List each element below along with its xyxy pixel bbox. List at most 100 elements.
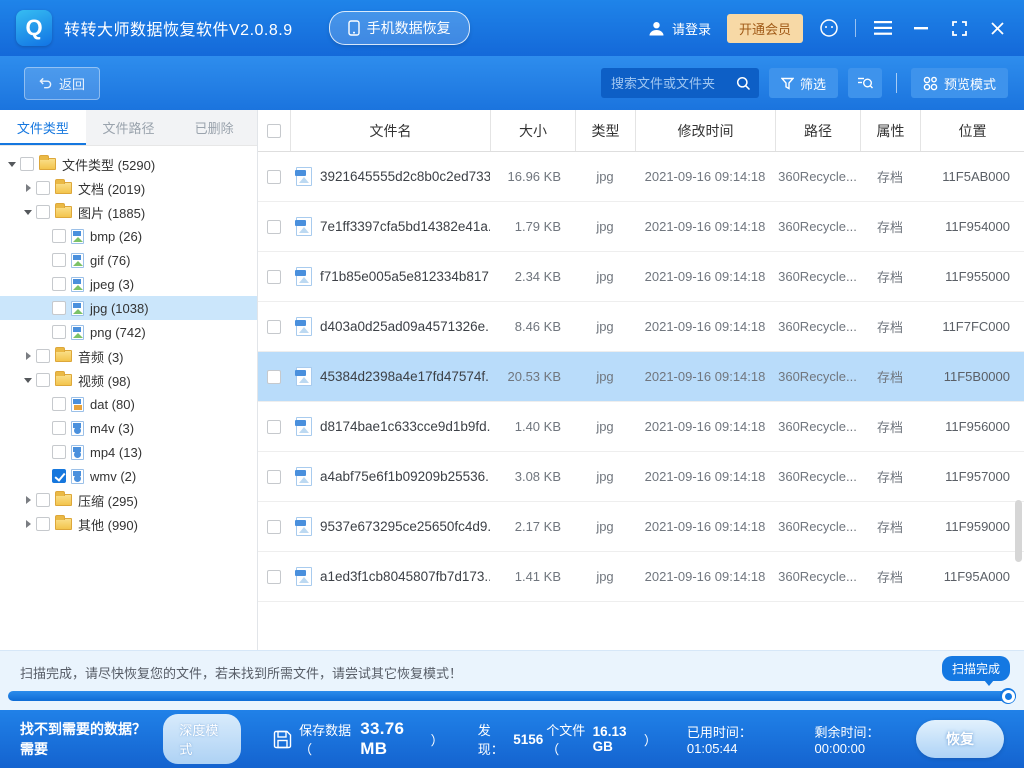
minimize-icon[interactable]	[910, 17, 932, 39]
checkbox[interactable]	[52, 301, 66, 315]
menu-icon[interactable]	[872, 17, 894, 39]
tree-item-wmv[interactable]: wmv (2)	[0, 464, 257, 488]
table-row[interactable]: 3921645555d2c8b0c2ed733... 16.96 KB jpg …	[258, 152, 1024, 202]
tree-item-archive[interactable]: 压缩 (295)	[0, 488, 257, 512]
checkbox[interactable]	[52, 229, 66, 243]
column-header-size[interactable]: 大小	[490, 110, 575, 151]
checkbox[interactable]	[52, 421, 66, 435]
scan-progress-bar[interactable]	[8, 688, 1016, 704]
file-name: 9537e673295ce25650fc4d9...	[320, 519, 490, 534]
expand-arrow-icon[interactable]	[22, 352, 34, 360]
row-checkbox[interactable]	[267, 219, 281, 234]
expand-arrow-icon[interactable]	[22, 206, 34, 219]
table-row[interactable]: a1ed3f1cb8045807fb7d173... 1.41 KB jpg 2…	[258, 552, 1024, 602]
expand-arrow-icon[interactable]	[6, 158, 18, 171]
deep-mode-button[interactable]: 深度模式	[163, 714, 242, 764]
search-icon[interactable]	[736, 76, 751, 91]
table-row[interactable]: d8174bae1c633cce9d1b9fd... 1.40 KB jpg 2…	[258, 402, 1024, 452]
expand-arrow-icon[interactable]	[22, 374, 34, 387]
search-input[interactable]	[610, 75, 736, 91]
table-row[interactable]: d403a0d25ad09a4571326e... 8.46 KB jpg 20…	[258, 302, 1024, 352]
maximize-icon[interactable]	[948, 17, 970, 39]
checkbox[interactable]	[36, 349, 50, 363]
checkbox[interactable]	[52, 325, 66, 339]
file-name: a1ed3f1cb8045807fb7d173...	[320, 569, 490, 584]
close-icon[interactable]	[986, 17, 1008, 39]
tree-item-jpg[interactable]: jpg (1038)	[0, 296, 257, 320]
column-header-modified[interactable]: 修改时间	[635, 110, 775, 151]
tree-item-file-types[interactable]: 文件类型 (5290)	[0, 152, 257, 176]
expand-arrow-icon[interactable]	[22, 520, 34, 528]
login-button[interactable]: 请登录	[648, 19, 711, 38]
checkbox[interactable]	[52, 445, 66, 459]
row-checkbox[interactable]	[267, 469, 281, 484]
save-data-button[interactable]: 保存数据（ 33.76 MB ）	[273, 719, 444, 759]
expand-arrow-icon[interactable]	[22, 496, 34, 504]
tree-item-documents[interactable]: 文档 (2019)	[0, 176, 257, 200]
file-name: d403a0d25ad09a4571326e...	[320, 319, 490, 334]
checkbox[interactable]	[52, 277, 66, 291]
file-name: d8174bae1c633cce9d1b9fd...	[320, 419, 490, 434]
table-row[interactable]: 7e1ff3397cfa5bd14382e41a... 1.79 KB jpg …	[258, 202, 1024, 252]
sidebar-tabs: 文件类型 文件路径 已删除	[0, 110, 257, 146]
tree-item-mp4[interactable]: mp4 (13)	[0, 440, 257, 464]
row-checkbox[interactable]	[267, 519, 281, 534]
tab-file-path[interactable]: 文件路径	[86, 110, 172, 145]
row-checkbox[interactable]	[267, 419, 281, 434]
checkbox-checked[interactable]	[52, 469, 66, 483]
table-row[interactable]: f71b85e005a5e812334b817... 2.34 KB jpg 2…	[258, 252, 1024, 302]
checkbox[interactable]	[36, 517, 50, 531]
expand-arrow-icon[interactable]	[22, 184, 34, 192]
search-in-results-button[interactable]	[847, 68, 882, 98]
column-header-attr[interactable]: 属性	[860, 110, 920, 151]
row-checkbox[interactable]	[267, 369, 281, 384]
tab-deleted[interactable]: 已删除	[171, 110, 257, 145]
column-header-name[interactable]: 文件名	[290, 110, 490, 151]
checkbox[interactable]	[36, 493, 50, 507]
tree-item-png[interactable]: png (742)	[0, 320, 257, 344]
tree-item-dat[interactable]: dat (80)	[0, 392, 257, 416]
filter-button[interactable]: 筛选	[768, 68, 838, 98]
toolbar: 返回 筛选 预览模式	[0, 56, 1024, 110]
select-all-checkbox[interactable]	[267, 123, 281, 138]
column-header-path[interactable]: 路径	[775, 110, 860, 151]
table-row-selected[interactable]: 45384d2398a4e17fd47574f... 20.53 KB jpg …	[258, 352, 1024, 402]
back-button[interactable]: 返回	[24, 66, 101, 100]
file-size: 1.79 KB	[514, 219, 561, 234]
tree-label: m4v (3)	[90, 420, 135, 436]
checkbox[interactable]	[52, 253, 66, 267]
preview-mode-button[interactable]: 预览模式	[910, 68, 1008, 98]
vip-button[interactable]: 开通会员	[726, 13, 803, 43]
checkbox[interactable]	[36, 373, 50, 387]
tree-item-other[interactable]: 其他 (990)	[0, 512, 257, 536]
tree-item-audio[interactable]: 音频 (3)	[0, 344, 257, 368]
tree-item-m4v[interactable]: m4v (3)	[0, 416, 257, 440]
column-header-type[interactable]: 类型	[575, 110, 635, 151]
tree-item-jpeg[interactable]: jpeg (3)	[0, 272, 257, 296]
checkbox[interactable]	[52, 397, 66, 411]
tree-item-video[interactable]: 视频 (98)	[0, 368, 257, 392]
tree-label: 音频 (3)	[78, 349, 124, 365]
checkbox[interactable]	[36, 205, 50, 219]
tree-label: jpg (1038)	[90, 300, 149, 316]
customer-service-icon[interactable]	[819, 18, 839, 38]
phone-recovery-button[interactable]: 手机数据恢复	[328, 11, 470, 45]
tree-item-images[interactable]: 图片 (1885)	[0, 200, 257, 224]
row-checkbox[interactable]	[267, 169, 281, 184]
row-checkbox[interactable]	[267, 269, 281, 284]
row-checkbox[interactable]	[267, 319, 281, 334]
tab-file-type[interactable]: 文件类型	[0, 110, 86, 145]
recover-button[interactable]: 恢复	[916, 720, 1004, 758]
tree-item-gif[interactable]: gif (76)	[0, 248, 257, 272]
tree-item-bmp[interactable]: bmp (26)	[0, 224, 257, 248]
row-checkbox[interactable]	[267, 569, 281, 584]
jpg-file-icon	[295, 317, 312, 336]
progress-knob[interactable]	[1000, 688, 1016, 704]
column-header-location[interactable]: 位置	[920, 110, 1024, 151]
scrollbar-thumb[interactable]	[1015, 500, 1022, 562]
table-row[interactable]: a4abf75e6f1b09209b25536... 3.08 KB jpg 2…	[258, 452, 1024, 502]
checkbox[interactable]	[36, 181, 50, 195]
save-size-value: 33.76 MB	[360, 719, 405, 758]
table-row[interactable]: 9537e673295ce25650fc4d9... 2.17 KB jpg 2…	[258, 502, 1024, 552]
checkbox[interactable]	[20, 157, 34, 171]
